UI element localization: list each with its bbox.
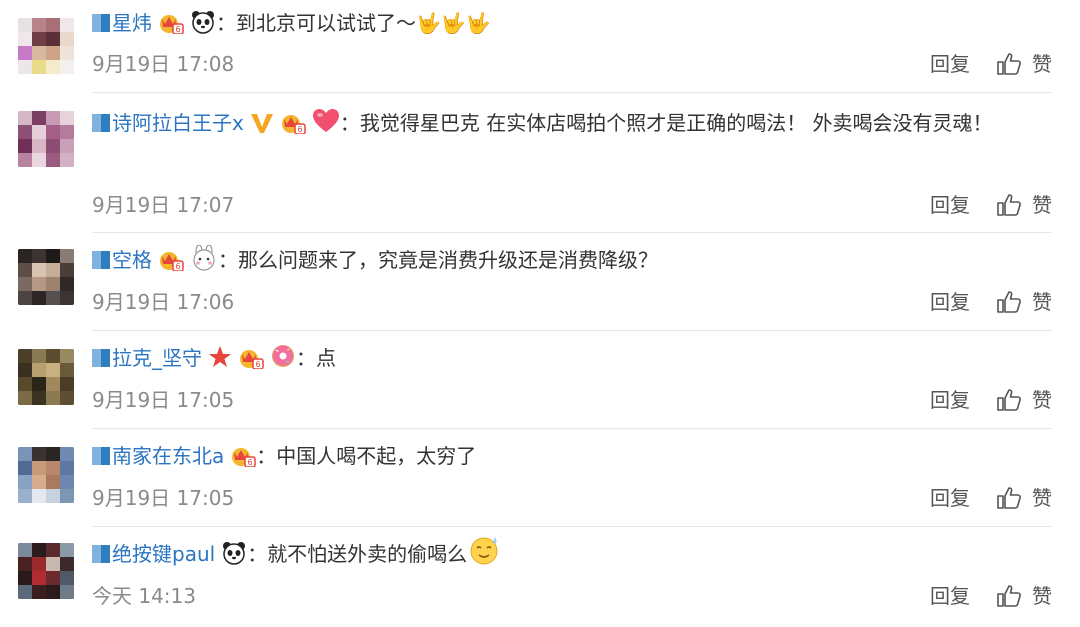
svg-text:6: 6 [175,262,180,271]
thumbs-up-icon [997,194,1021,216]
comment-time: 9月19日 17:06 [92,290,235,314]
username[interactable]: 南家在东北a [112,444,224,468]
thumbs-up-icon [997,53,1021,75]
comment-item: 绝按键paul ：就不怕送外卖的偷喝么 今天 14:13 回复 赞 [0,527,1080,627]
colon: ： [339,111,360,135]
reply-button[interactable]: 回复 [930,581,970,611]
comment-item: 拉克_坚守 6 ：点 9月19日 17:05 回复 赞 [0,331,1080,429]
vip-crown-icon: 6 [230,441,257,479]
avatar[interactable] [18,249,74,305]
svg-text:6: 6 [175,25,180,34]
comment-text: 到北京可以试试了～🤟🤟🤟 [236,11,491,35]
thumbs-up-icon [997,487,1021,509]
bunny-icon [190,244,218,283]
comment-text: 我觉得星巴克 在实体店喝拍个照才是正确的喝法！ 外卖喝会没有灵魂！ [359,111,993,135]
avatar[interactable] [18,447,74,503]
comment-item: 诗阿拉白王子x 6 ：我觉得星巴克 在实体店喝拍个照才是正确的喝法！ 外卖喝会没有灵… [0,93,1080,233]
username[interactable]: 空格 [112,248,152,272]
like-label: 赞 [1032,388,1052,412]
username-prefix-icon [92,447,110,465]
username-prefix-icon [92,545,110,563]
vip-crown-icon: 6 [280,107,306,147]
like-label: 赞 [1032,52,1052,76]
comment-time: 9月19日 17:08 [92,52,235,76]
username[interactable]: 星炜 [112,11,152,35]
comment-time: 9月19日 17:05 [92,486,235,510]
username-prefix-icon [92,114,110,132]
like-button[interactable]: 赞 [996,581,1052,611]
avatar[interactable] [18,111,74,167]
thumbs-up-icon [997,585,1021,607]
avatar[interactable] [18,543,74,599]
vip-crown-icon: 6 [158,245,184,283]
like-button[interactable]: 赞 [996,49,1052,79]
like-label: 赞 [1032,193,1052,217]
star-icon [208,343,232,381]
vip-crown-icon: 6 [238,343,264,381]
donut-icon [270,343,296,381]
comment-text: 点 [316,346,336,370]
thumbs-up-icon [997,291,1021,313]
like-button[interactable]: 赞 [996,287,1052,317]
comment-item: 星炜 6 ：到北京可以试试了～🤟🤟🤟 9月19日 17:08 回复 赞 [0,0,1080,93]
username[interactable]: 诗阿拉白王子x [112,111,244,135]
comment-time: 今天 14:13 [92,584,196,608]
comment-item: 南家在东北a 6 ：中国人喝不起，太穷了 9月19日 17:05 回复 赞 [0,429,1080,527]
like-label: 赞 [1032,486,1052,510]
reply-button[interactable]: 回复 [930,385,970,415]
like-label: 赞 [1032,290,1052,314]
comment-text: 就不怕送外卖的偷喝么 [267,542,468,566]
thumbs-up-icon [997,389,1021,411]
avatar[interactable] [18,349,74,405]
reply-button[interactable]: 回复 [930,190,970,220]
verified-v-icon [250,107,274,147]
colon: ： [216,11,236,35]
colon: ： [256,444,277,468]
vip-crown-icon: 6 [158,8,184,46]
reply-button[interactable]: 回复 [930,49,970,79]
like-label: 赞 [1032,584,1052,608]
sweat-smile-icon [469,535,501,577]
comment-item: 空格 6 ：那么问题来了，究竟是消费升级还是消费降级？ 9月19日 17:06 回复… [0,233,1080,331]
svg-text:6: 6 [248,458,253,467]
comment-text: 那么问题来了，究竟是消费升级还是消费降级？ [238,248,658,272]
svg-text:6: 6 [255,360,260,369]
username[interactable]: 绝按键paul [112,542,215,566]
like-button[interactable]: 赞 [996,385,1052,415]
avatar[interactable] [18,18,74,74]
comment-time: 9月19日 17:07 [92,193,235,217]
panda-icon [221,539,247,577]
comment-text: 中国人喝不起，太穷了 [276,444,477,468]
panda-icon [190,8,216,46]
username-prefix-icon [92,349,110,367]
colon: ： [218,248,238,272]
username-prefix-icon [92,251,110,269]
reply-button[interactable]: 回复 [930,287,970,317]
svg-text:6: 6 [297,125,302,134]
username-prefix-icon [92,14,110,32]
like-button[interactable]: 赞 [996,483,1052,513]
username[interactable]: 拉克_坚守 [112,346,202,370]
colon: ： [247,542,268,566]
heart-icon [312,107,340,147]
comment-time: 9月19日 17:05 [92,388,235,412]
reply-button[interactable]: 回复 [930,483,970,513]
colon: ： [296,346,316,370]
like-button[interactable]: 赞 [996,190,1052,220]
